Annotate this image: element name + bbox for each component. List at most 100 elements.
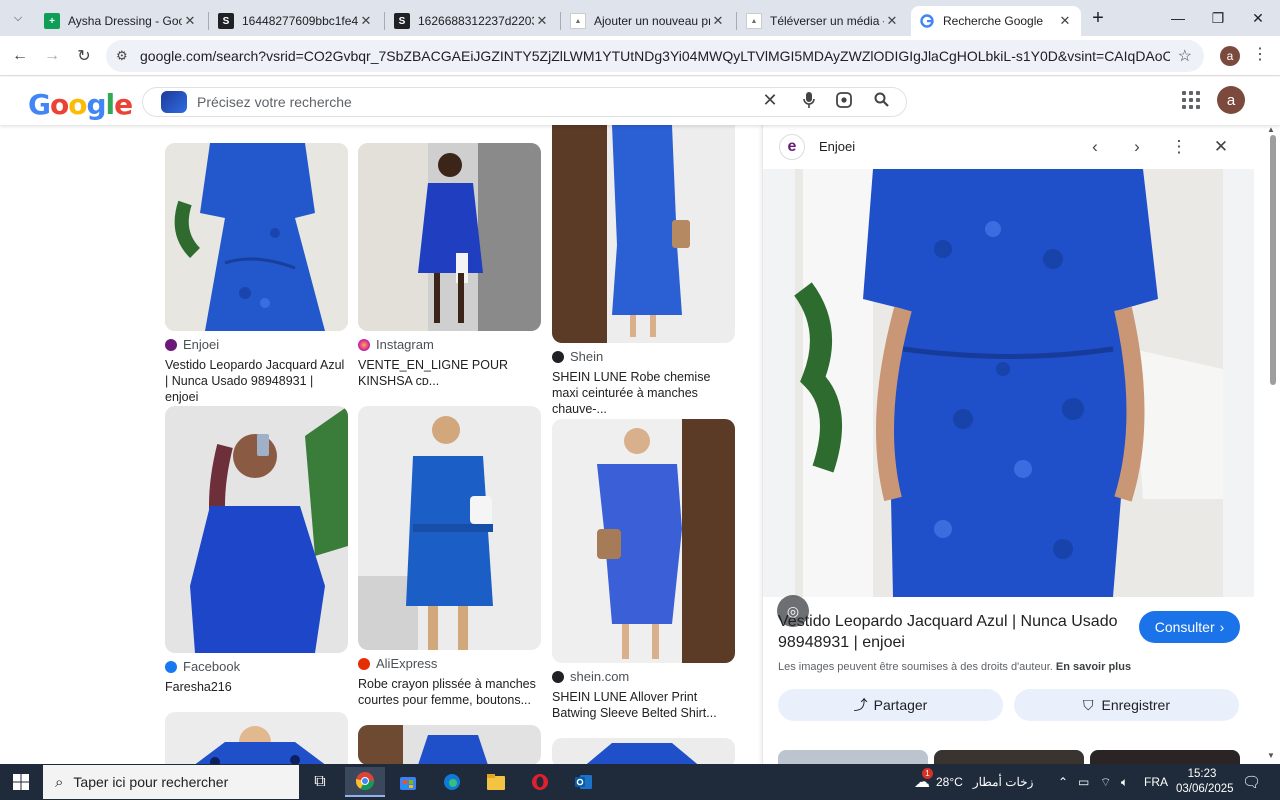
site-settings-icon[interactable]: ⚙ — [116, 48, 128, 64]
result-image[interactable] — [358, 406, 541, 650]
result-card[interactable] — [552, 738, 735, 764]
edge-icon[interactable] — [432, 767, 472, 797]
close-panel-button[interactable]: ✕ — [1209, 135, 1233, 159]
tab-strip: ⌵ + Aysha Dressing - Google ✕ S 16448277… — [0, 0, 1280, 36]
reload-button[interactable]: ↻ — [72, 44, 96, 68]
search-icon[interactable] — [870, 92, 892, 111]
site-icon: ▲ — [570, 13, 586, 29]
result-card[interactable]: Instagram VENTE_EN_LIGNE POUR KINSHSA cᴅ… — [358, 143, 541, 389]
close-window-button[interactable]: ✕ — [1238, 0, 1278, 36]
page-scrollbar[interactable]: ▲ ▼ — [1254, 125, 1280, 764]
back-button[interactable]: ← — [8, 44, 32, 68]
tab-4[interactable]: ▲ Ajouter un nouveau pro ✕ — [562, 6, 734, 36]
query-image-thumbnail[interactable] — [161, 91, 187, 113]
result-image[interactable] — [165, 143, 348, 331]
result-image[interactable] — [552, 125, 735, 343]
result-card[interactable]: Facebook Faresha216 — [165, 406, 348, 695]
close-icon[interactable]: ✕ — [534, 13, 550, 29]
result-image[interactable] — [165, 406, 348, 653]
clear-icon[interactable]: ✕ — [759, 90, 781, 111]
tab-active-google[interactable]: Recherche Google ✕ — [911, 6, 1081, 36]
new-tab-button[interactable]: + — [1084, 0, 1112, 36]
meet-icon[interactable]: ▭ — [1078, 764, 1089, 800]
search-box[interactable]: ✕ — [142, 87, 907, 117]
chrome-icon[interactable] — [345, 767, 385, 797]
scroll-down-icon[interactable]: ▼ — [1267, 751, 1275, 760]
scroll-up-icon[interactable]: ▲ — [1267, 125, 1275, 134]
tab-2[interactable]: S 16448277609bbc1fe4c7 ✕ — [210, 6, 382, 36]
result-card[interactable]: Enjoei Vestido Leopardo Jacquard Azul | … — [165, 143, 348, 405]
enjoei-icon — [165, 338, 177, 351]
close-icon[interactable]: ✕ — [884, 13, 900, 29]
google-logo[interactable]: Google — [28, 88, 133, 121]
learn-more-link[interactable]: En savoir plus — [1056, 661, 1131, 673]
start-button[interactable] — [0, 764, 42, 800]
more-options-button[interactable]: ⋮ — [1167, 135, 1191, 159]
close-icon[interactable]: ✕ — [1057, 13, 1073, 29]
tab-search-button[interactable]: ⌵ — [6, 6, 30, 30]
s-icon: S — [218, 13, 234, 29]
url-text[interactable]: google.com/search?vsrid=CO2Gvbqr_7SbZBAC… — [140, 48, 1170, 64]
file-explorer-icon[interactable] — [476, 767, 516, 797]
consult-button[interactable]: Consulter › — [1139, 611, 1240, 643]
profile-avatar[interactable]: a — [1220, 46, 1240, 66]
task-view-icon[interactable]: ⧉ — [300, 767, 340, 797]
restore-button[interactable]: ❐ — [1198, 0, 1238, 36]
show-hidden-icons[interactable]: ⌃ — [1058, 764, 1068, 800]
address-bar[interactable]: ⚙ google.com/search?vsrid=CO2Gvbqr_7SbZB… — [106, 40, 1204, 72]
tab-1[interactable]: + Aysha Dressing - Google ✕ — [36, 6, 206, 36]
result-card[interactable] — [165, 712, 348, 764]
result-image[interactable] — [552, 419, 735, 663]
result-image[interactable] — [552, 738, 735, 764]
tab-5[interactable]: ▲ Téléverser un média ‹ A ✕ — [738, 6, 908, 36]
opera-icon[interactable] — [520, 767, 560, 797]
search-icon: ⌕ — [55, 773, 64, 791]
result-image[interactable] — [165, 712, 348, 764]
bookmark-star-icon[interactable]: ☆ — [1178, 46, 1192, 66]
enjoei-logo-icon[interactable]: e — [779, 134, 805, 160]
result-card[interactable]: shein.com SHEIN LUNE Allover Print Batwi… — [552, 419, 735, 721]
panel-header: e Enjoei ‹ › ⋮ ✕ — [763, 125, 1255, 169]
plus-icon: + — [1092, 6, 1104, 29]
close-icon[interactable]: ✕ — [358, 13, 374, 29]
wifi-icon[interactable]: ⌔ — [1100, 764, 1111, 800]
google-header: Google ✕ a — [0, 77, 1280, 125]
result-card[interactable] — [358, 725, 541, 764]
weather-widget[interactable]: ☁ 1 28°C زخات أمطار — [914, 764, 1033, 800]
bookmark-icon: ⛉ — [1083, 696, 1094, 713]
forward-button[interactable]: → — [40, 44, 64, 68]
copyright-notice: Les images peuvent être soumises à des d… — [778, 661, 1132, 673]
minimize-button[interactable]: — — [1158, 0, 1198, 36]
scrollbar-thumb[interactable] — [1270, 135, 1276, 385]
outlook-icon[interactable] — [564, 767, 604, 797]
browser-menu-icon[interactable]: ⋮ — [1252, 44, 1268, 64]
system-clock[interactable]: 15:23 03/06/2025 — [1176, 767, 1234, 797]
notification-center-icon[interactable]: 🗨︎ — [1242, 764, 1261, 800]
google-apps-icon[interactable] — [1182, 91, 1200, 109]
restore-icon: ❐ — [1211, 9, 1225, 26]
sheets-icon: + — [44, 13, 60, 29]
share-button[interactable]: ⤴ Partager — [778, 689, 1003, 721]
account-avatar[interactable]: a — [1217, 86, 1245, 114]
taskbar-search[interactable]: ⌕ Taper ici pour rechercher — [43, 765, 299, 799]
tab-3[interactable]: S 1626688312237d22037 ✕ — [386, 6, 558, 36]
search-input[interactable] — [197, 92, 737, 112]
result-image[interactable] — [358, 143, 541, 331]
store-icon[interactable] — [388, 767, 428, 797]
panel-source-name[interactable]: Enjoei — [819, 139, 855, 154]
result-card[interactable]: AliExpress Robe crayon plissée à manches… — [358, 406, 541, 708]
save-button[interactable]: ⛉ Enregistrer — [1014, 689, 1239, 721]
lens-icon[interactable] — [833, 92, 855, 112]
result-image[interactable] — [358, 725, 541, 764]
language-indicator[interactable]: FRA — [1144, 764, 1168, 800]
close-icon[interactable]: ✕ — [710, 13, 726, 29]
next-button[interactable]: › — [1125, 135, 1149, 159]
close-icon[interactable]: ✕ — [182, 13, 198, 29]
result-card[interactable]: Shein SHEIN LUNE Robe chemise maxi ceint… — [552, 125, 735, 417]
panel-title[interactable]: Vestido Leopardo Jacquard Azul | Nunca U… — [778, 611, 1118, 653]
previous-button[interactable]: ‹ — [1083, 135, 1107, 159]
microphone-icon[interactable] — [798, 92, 820, 112]
preview-image[interactable]: ◎ — [763, 169, 1255, 627]
s-icon: S — [394, 13, 410, 29]
volume-icon[interactable]: 🔈︎ — [1121, 764, 1128, 800]
